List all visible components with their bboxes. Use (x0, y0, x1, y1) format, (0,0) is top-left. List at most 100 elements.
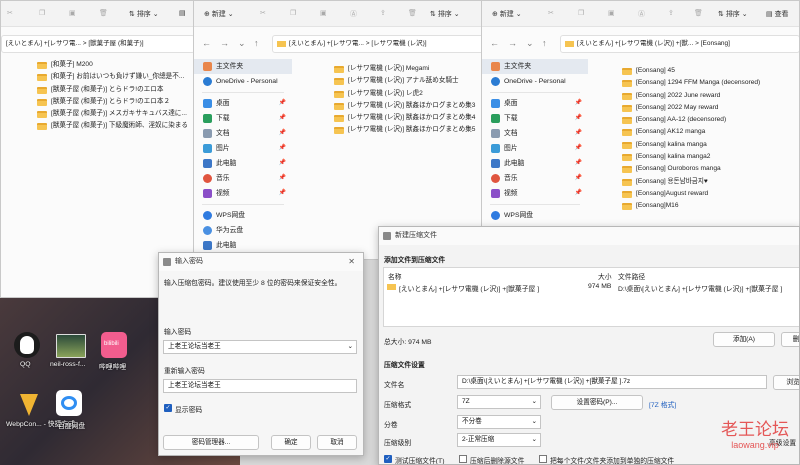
pin-icon[interactable]: 📌 (279, 171, 286, 186)
back-icon[interactable]: ← (490, 38, 499, 48)
sort-button[interactable]: ⇅ 排序 ⌄ (430, 9, 460, 19)
sidebar-item-huawei[interactable]: 华为云盘 (194, 223, 292, 238)
address-bar[interactable]: [えいとまん] +[レサワ電機 (レ沢)] +[獣... > [Eonsang] (560, 35, 799, 53)
sidebar-item-downloads[interactable]: 下载 📌 (482, 111, 588, 126)
sort-button[interactable]: ⇅ 排序 ⌄ (718, 9, 748, 19)
cut-icon[interactable]: ✂ (260, 9, 266, 17)
sort-button[interactable]: ⇅ 排序 ⌄ (129, 9, 159, 19)
copy-icon[interactable]: ❐ (578, 9, 584, 17)
list-item[interactable]: [Eonsang] 2022 May reward (622, 102, 760, 114)
sidebar-item-desktop[interactable]: 桌面 📌 (194, 96, 292, 111)
pin-icon[interactable]: 📌 (575, 141, 582, 156)
list-item[interactable]: [獣菓子屋 (和菓子)] とらドラ!のエロ本２ (37, 96, 188, 108)
list-item[interactable]: [和菓子] M200 (37, 59, 188, 71)
share-icon[interactable]: ⇪ (380, 9, 386, 17)
remove-button[interactable]: 删 (781, 332, 799, 347)
list-item[interactable]: [獣菓子屋 (和菓子)] 下級魔術師、淫奴に染まる (37, 120, 188, 132)
forward-icon[interactable]: → (508, 38, 517, 48)
pin-icon[interactable]: 📌 (279, 186, 286, 201)
sidebar-item-pictures[interactable]: 图片 📌 (194, 141, 292, 156)
down-icon[interactable]: ⌄ (238, 38, 246, 49)
sidebar-item-documents[interactable]: 文档 📌 (194, 126, 292, 141)
list-item[interactable]: [レサワ電機 (レ沢)] 獣姦ほかログまとめ集3 (334, 100, 475, 112)
desktop-label-baidu[interactable]: 百度网盘 (58, 420, 85, 430)
col-path[interactable]: 文件路径 (618, 271, 645, 281)
sidebar-item-documents[interactable]: 文档 📌 (482, 126, 588, 141)
repeat-password-field[interactable]: 上老王论坛当老王 (163, 379, 357, 393)
sidebar-item-wps[interactable]: WPS网盘 (194, 208, 292, 223)
sidebar-item-music[interactable]: 音乐 📌 (194, 171, 292, 186)
list-item[interactable]: [Eonsang] 2022 June reward (622, 90, 760, 102)
list-item[interactable]: [Eonsang] kalina manga (622, 139, 760, 151)
pin-icon[interactable]: 📌 (279, 141, 286, 156)
view-button[interactable]: ▤ 查看 (766, 9, 789, 19)
show-password-checkbox[interactable]: ✓ (164, 404, 172, 412)
delete-source-checkbox[interactable] (459, 455, 467, 463)
sidebar-item-downloads[interactable]: 下载 📌 (194, 111, 292, 126)
close-icon[interactable]: ✕ (348, 253, 355, 271)
format-select[interactable]: 7Z ⌄ (457, 395, 541, 409)
copy-icon[interactable]: ❐ (290, 9, 296, 17)
pin-icon[interactable]: 📌 (575, 171, 582, 186)
up-icon[interactable]: ↑ (254, 38, 259, 48)
address-bar[interactable]: [えいとまん] +[レサワ電... > [レサワ電機 (レ沢)] (272, 35, 492, 53)
sidebar-item-music[interactable]: 音乐 📌 (482, 171, 588, 186)
list-item[interactable]: [レサワ電機 (レ沢)] 獣姦ほかログまとめ集4 (334, 112, 475, 124)
list-item[interactable]: [獣菓子屋 (和菓子)] メスガキサキュバス達に... (37, 108, 188, 120)
rename-icon[interactable]: Ⓐ (638, 9, 645, 19)
sidebar-item-pictures[interactable]: 图片 📌 (482, 141, 588, 156)
sidebar-item-thispc-2[interactable]: 此电脑 (194, 238, 292, 253)
list-item[interactable]: [Eonsang] AK12 manga (622, 126, 760, 138)
test-archive-checkbox[interactable]: ✓ (384, 455, 392, 463)
qq-icon[interactable] (14, 332, 40, 358)
desktop-label-webp[interactable]: WebpCon... - 快捷方式 (6, 420, 75, 429)
col-name[interactable]: 名称 (388, 271, 402, 281)
pin-icon[interactable]: 📌 (575, 156, 582, 171)
list-item[interactable]: [Eonsang] kalina manga2 (622, 151, 760, 163)
webp-shortcut-icon[interactable] (16, 392, 42, 418)
sidebar-item-videos[interactable]: 视频 📌 (194, 186, 292, 201)
desktop-label-image[interactable]: neil-ross-f... (50, 361, 86, 368)
list-item[interactable]: [和菓子] お前はいつも負けず嫌い_你總是不... (37, 71, 188, 83)
browse-button[interactable]: 浏览 (773, 375, 799, 390)
pin-icon[interactable]: 📌 (575, 186, 582, 201)
list-item[interactable]: [Eonsang] 용돈남바금지♥ (622, 176, 760, 188)
pin-icon[interactable]: 📌 (279, 96, 286, 111)
paste-icon[interactable]: ▣ (69, 9, 76, 17)
sidebar-item-thispc[interactable]: 此电脑 📌 (194, 156, 292, 171)
new-button[interactable]: ⊕ 新建 ⌄ (492, 9, 522, 19)
desktop-label-bilibili[interactable]: 哔哩哔哩 (99, 361, 126, 371)
bilibili-icon[interactable]: bilibili (101, 332, 127, 358)
delete-icon[interactable]: 🗑 (408, 9, 417, 17)
split-select[interactable]: 不分卷 ⌄ (457, 415, 541, 429)
pin-icon[interactable]: 📌 (279, 126, 286, 141)
password-field[interactable]: 上老王论坛当老王 ⌄ (163, 340, 357, 354)
baidu-netdisk-icon[interactable] (56, 390, 82, 416)
list-item[interactable]: [Eonsang] 45 (622, 65, 760, 77)
list-item[interactable]: [レサワ電機 (レ沢)] 獣姦ほかログまとめ集5 (334, 124, 475, 136)
list-item[interactable]: [Eonsang]August reward (622, 188, 760, 200)
list-item[interactable]: [レサワ電機 (レ沢)] レ虎2 (334, 88, 475, 100)
ok-button[interactable]: 确定 (271, 435, 311, 450)
list-item[interactable]: [Eonsang] Ouroboros manga (622, 163, 760, 175)
list-item[interactable]: [Eonsang] 1294 FFM Manga (decensored) (622, 77, 760, 89)
down-icon[interactable]: ⌄ (526, 38, 534, 49)
sidebar-item-home[interactable]: 主文件夹 (194, 59, 292, 74)
table-row[interactable]: [えいとまん] +[レサワ電機 (レ沢)] +[獣菓子屋 ] 974 MB D:… (384, 281, 799, 293)
cut-icon[interactable]: ✂ (7, 9, 13, 17)
filename-field[interactable]: D:\桌面\[えいとまん] +[レサワ電機 (レ沢)] +[獣菓子屋 ].7z (457, 375, 767, 389)
paste-icon[interactable]: ▣ (608, 9, 615, 17)
password-manager-button[interactable]: 密码管理器... (163, 435, 259, 450)
desktop-label-qq[interactable]: QQ (20, 361, 31, 368)
view-icon[interactable]: ▤ (179, 9, 186, 17)
sidebar-item-home[interactable]: 主文件夹 (482, 59, 588, 74)
pin-icon[interactable]: 📌 (279, 156, 286, 171)
image-file-icon[interactable] (56, 334, 86, 358)
share-icon[interactable]: ⇪ (668, 9, 674, 17)
sidebar-item-onedrive[interactable]: OneDrive - Personal (194, 74, 292, 89)
back-icon[interactable]: ← (202, 38, 211, 48)
pin-icon[interactable]: 📌 (575, 126, 582, 141)
list-item[interactable]: [獣菓子屋 (和菓子)] とらドラ!のエロ本 (37, 84, 188, 96)
sidebar-item-wps[interactable]: WPS网盘 (482, 208, 588, 223)
add-button[interactable]: 添加(A) (713, 332, 775, 347)
